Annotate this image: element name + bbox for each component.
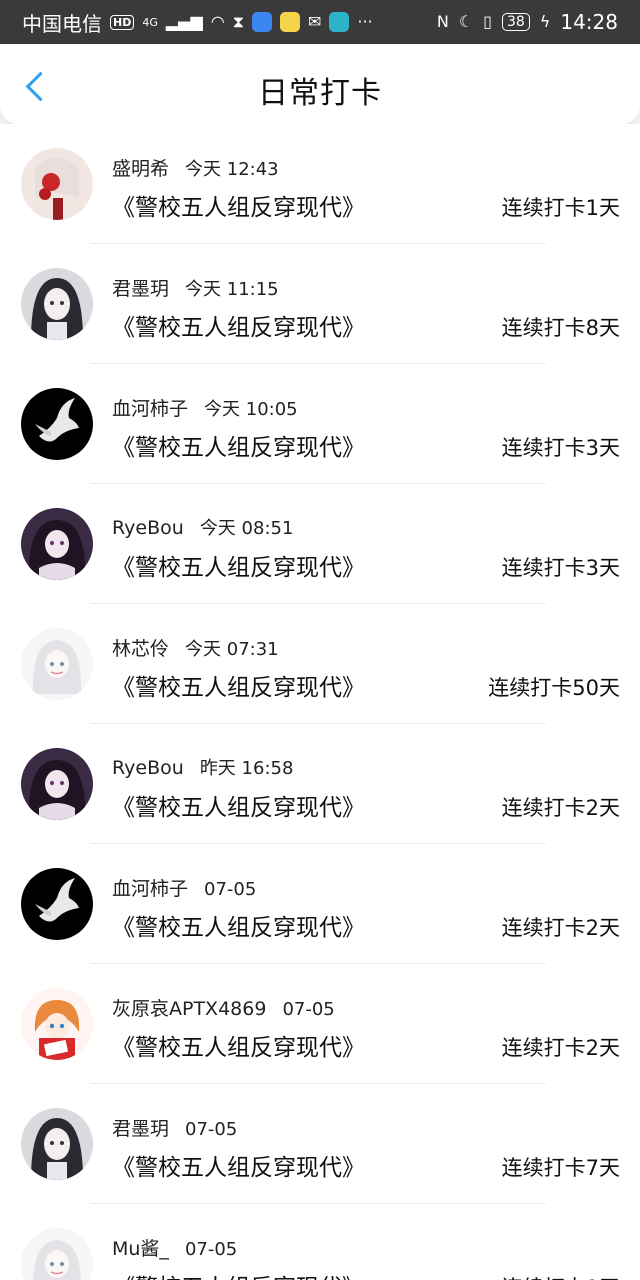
wechat-icon: ✉ [308, 12, 322, 31]
moon-icon: ☾ [458, 12, 474, 31]
user-name[interactable]: 君墨玥 [112, 278, 169, 300]
streak-count: 连续打卡7天 [501, 1156, 620, 1180]
avatar[interactable] [21, 148, 93, 220]
avatar[interactable] [21, 388, 93, 460]
user-line: RyeBou 今天 08:51 [112, 514, 293, 540]
checkin-time: 07-05 [204, 879, 257, 900]
user-name[interactable]: RyeBou [112, 757, 184, 779]
avatar[interactable] [21, 268, 93, 340]
signal-icon: ▂▄▆ [165, 12, 203, 31]
streak-count: 连续打卡3天 [501, 436, 620, 460]
checkin-item[interactable]: 灰原哀APTX4869 07-05 《警校五人组反穿现代》 连续打卡2天 [0, 964, 640, 1084]
checkin-item[interactable]: RyeBou 昨天 16:58 《警校五人组反穿现代》 连续打卡2天 [0, 724, 640, 844]
avatar[interactable] [21, 868, 93, 940]
nfc-icon: N [436, 12, 449, 31]
vibrate-icon: ▯ [483, 12, 492, 31]
avatar[interactable] [21, 628, 93, 700]
checkin-time: 07-05 [282, 999, 335, 1020]
user-name[interactable]: RyeBou [112, 517, 184, 539]
user-name[interactable]: 君墨玥 [112, 1118, 169, 1140]
hd-icon: HD [110, 14, 135, 30]
user-name[interactable]: 血河柿子 [112, 878, 188, 900]
checkin-item[interactable]: 君墨玥 07-05 《警校五人组反穿现代》 连续打卡7天 [0, 1084, 640, 1204]
checkin-time: 07-05 [184, 1239, 238, 1260]
user-line: 君墨玥 07-05 [112, 1114, 237, 1141]
book-title[interactable]: 《警校五人组反穿现代》 [112, 1268, 365, 1280]
checkin-time: 昨天 16:58 [199, 758, 294, 779]
book-title[interactable]: 《警校五人组反穿现代》 [112, 188, 365, 222]
book-title[interactable]: 《警校五人组反穿现代》 [112, 1148, 365, 1182]
network-type: 4G [142, 15, 158, 29]
avatar[interactable] [21, 508, 93, 580]
book-title[interactable]: 《警校五人组反穿现代》 [112, 548, 365, 582]
clock: 14:28 [560, 10, 618, 34]
book-title[interactable]: 《警校五人组反穿现代》 [112, 1028, 365, 1062]
wifi-icon: ◠ [210, 12, 225, 31]
streak-count: 连续打卡1天 [501, 196, 620, 220]
charging-icon: ϟ [539, 12, 551, 31]
checkin-list: 盛明希 今天 12:43 《警校五人组反穿现代》 连续打卡1天 君墨玥 今天 11:… [0, 124, 640, 1280]
book-title[interactable]: 《警校五人组反穿现代》 [112, 908, 365, 942]
checkin-item[interactable]: 血河柿子 今天 10:05 《警校五人组反穿现代》 连续打卡3天 [0, 364, 640, 484]
user-name[interactable]: Mu酱_ [112, 1238, 169, 1260]
streak-count: 连续打卡2天 [501, 916, 620, 940]
streak-count: 连续打卡50天 [488, 676, 620, 700]
user-line: 盛明希 今天 12:43 [112, 154, 279, 181]
book-title[interactable]: 《警校五人组反穿现代》 [112, 308, 365, 342]
streak-count: 连续打卡2天 [501, 1036, 620, 1060]
checkin-time: 今天 07:31 [185, 639, 279, 660]
user-line: 血河柿子 07-05 [112, 874, 256, 901]
avatar[interactable] [21, 1228, 93, 1280]
streak-count: 连续打卡2天 [501, 796, 620, 820]
checkin-time: 今天 08:51 [199, 518, 294, 539]
page-title: 日常打卡 [258, 76, 382, 111]
app-bar: 日常打卡 [0, 44, 640, 124]
status-bar: 中国电信 HD 4G ▂▄▆ ◠ ⧗ ✉ ··· N ☾ ▯ 38 ϟ 14:2… [0, 0, 640, 44]
carrier-label: 中国电信 [22, 11, 102, 36]
checkin-item[interactable]: Mu酱_ 07-05 《警校五人组反穿现代》 连续打卡1天 [0, 1204, 640, 1280]
avatar[interactable] [21, 988, 93, 1060]
checkin-time: 07-05 [185, 1119, 238, 1140]
checkin-time: 今天 12:43 [185, 159, 279, 180]
checkin-item[interactable]: RyeBou 今天 08:51 《警校五人组反穿现代》 连续打卡3天 [0, 484, 640, 604]
user-line: 君墨玥 今天 11:15 [112, 274, 279, 301]
book-title[interactable]: 《警校五人组反穿现代》 [112, 668, 365, 702]
book-title[interactable]: 《警校五人组反穿现代》 [112, 788, 365, 822]
streak-count: 连续打卡3天 [501, 556, 620, 580]
checkin-item[interactable]: 君墨玥 今天 11:15 《警校五人组反穿现代》 连续打卡8天 [0, 244, 640, 364]
checkin-item[interactable]: 盛明希 今天 12:43 《警校五人组反穿现代》 连续打卡1天 [0, 124, 640, 244]
battery-icon: 38 [501, 13, 530, 31]
shield-app-icon [252, 12, 272, 32]
book-app-icon [329, 12, 350, 32]
book-title[interactable]: 《警校五人组反穿现代》 [112, 428, 365, 462]
user-line: Mu酱_ 07-05 [112, 1234, 237, 1261]
checkin-item[interactable]: 血河柿子 07-05 《警校五人组反穿现代》 连续打卡2天 [0, 844, 640, 964]
hourglass-icon: ⧗ [232, 12, 244, 31]
user-name[interactable]: 盛明希 [112, 158, 169, 180]
user-name[interactable]: 血河柿子 [112, 398, 188, 420]
user-name[interactable]: 林芯伶 [112, 638, 169, 660]
user-line: RyeBou 昨天 16:58 [112, 754, 293, 780]
avatar[interactable] [21, 748, 93, 820]
user-line: 林芯伶 今天 07:31 [112, 634, 279, 661]
checkin-time: 今天 11:15 [185, 279, 279, 300]
user-line: 灰原哀APTX4869 07-05 [112, 994, 335, 1021]
avatar[interactable] [21, 1108, 93, 1180]
chick-app-icon [280, 12, 300, 32]
checkin-item[interactable]: 林芯伶 今天 07:31 《警校五人组反穿现代》 连续打卡50天 [0, 604, 640, 724]
user-name[interactable]: 灰原哀APTX4869 [112, 998, 266, 1020]
more-icon: ··· [357, 12, 373, 31]
user-line: 血河柿子 今天 10:05 [112, 394, 298, 421]
checkin-time: 今天 10:05 [204, 399, 298, 420]
streak-count: 连续打卡8天 [501, 316, 620, 340]
streak-count: 连续打卡1天 [502, 1272, 620, 1280]
